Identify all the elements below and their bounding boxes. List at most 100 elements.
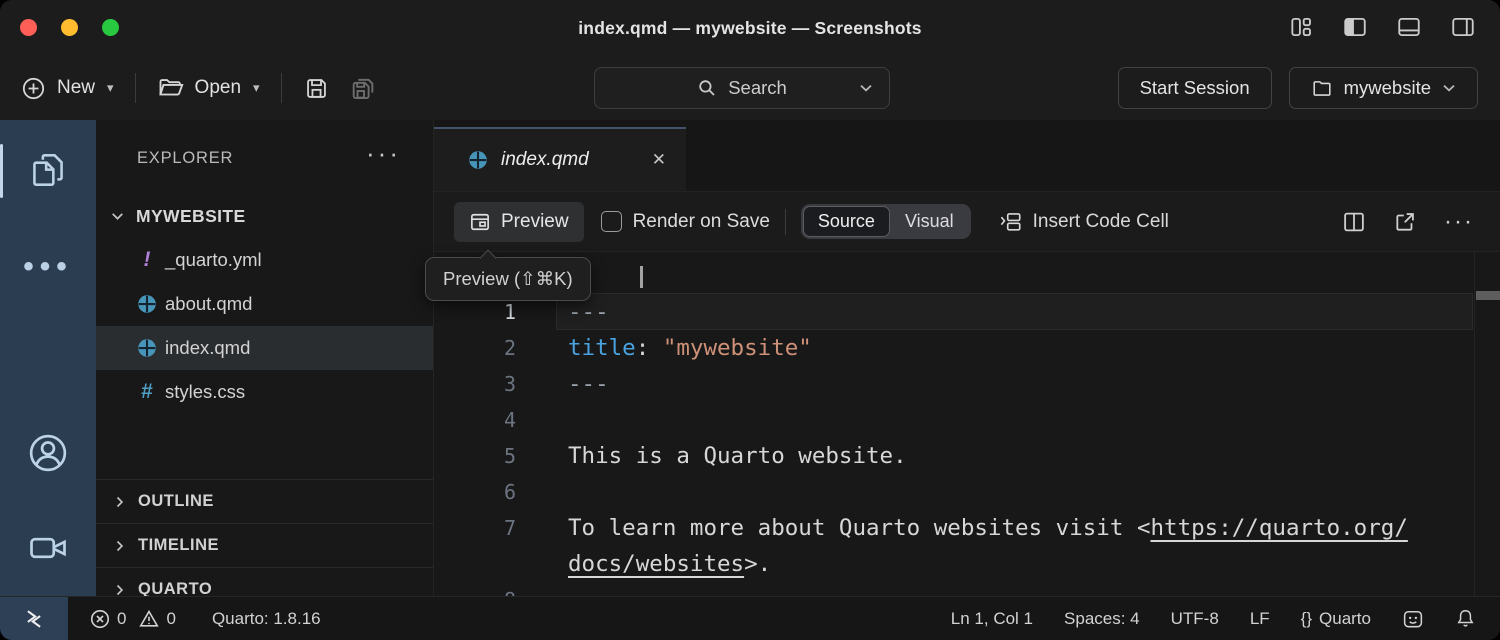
tree-root-row[interactable]: MYWEBSITE	[96, 194, 433, 238]
code-line[interactable]: 5 This is a Quarto website.	[434, 438, 1500, 474]
save-button[interactable]	[303, 75, 330, 102]
render-on-save-label: Render on Save	[633, 211, 770, 233]
quarto-version[interactable]: Quarto: 1.8.16	[212, 609, 321, 629]
braces-icon: {}	[1301, 609, 1312, 629]
source-visual-toggle: Source Visual	[801, 204, 971, 239]
start-session-label: Start Session	[1140, 77, 1250, 99]
customize-layout-icon[interactable]	[1288, 14, 1314, 40]
file-row-styles-css[interactable]: # styles.css	[96, 370, 433, 414]
window-title: index.qmd — mywebsite — Screenshots	[0, 0, 1500, 56]
workspace-label: mywebsite	[1344, 77, 1431, 99]
explorer-more-icon[interactable]: ···	[366, 138, 401, 169]
chevron-down-icon	[859, 83, 873, 93]
section-label: QUARTO	[138, 580, 212, 596]
section-quarto[interactable]: QUARTO	[96, 567, 433, 596]
search-icon	[697, 78, 717, 98]
editor-scrollbar[interactable]	[1474, 252, 1500, 596]
code-line[interactable]: 2 title: "mywebsite"	[434, 330, 1500, 366]
code-line[interactable]: 8	[434, 582, 1500, 596]
explorer-view-icon[interactable]	[0, 148, 96, 192]
file-tree: MYWEBSITE ! _quarto.yml about.qmd	[96, 194, 433, 414]
start-session-button[interactable]: Start Session	[1118, 67, 1272, 109]
line-number: 3	[434, 372, 516, 396]
problems-indicator[interactable]: 0 0	[90, 609, 176, 629]
file-row-quarto-yml[interactable]: ! _quarto.yml	[96, 238, 433, 282]
code-line[interactable]: 4	[434, 402, 1500, 438]
section-timeline[interactable]: TIMELINE	[96, 523, 433, 567]
workspace-button[interactable]: mywebsite	[1289, 67, 1478, 109]
preview-button-label: Preview	[501, 211, 569, 233]
toggle-bottom-panel-icon[interactable]	[1396, 14, 1422, 40]
remote-indicator[interactable]	[0, 597, 68, 640]
code-line[interactable]: 3 ---	[434, 366, 1500, 402]
globe-icon	[136, 338, 158, 358]
remote-icon	[23, 608, 45, 630]
divider	[785, 209, 786, 235]
encoding[interactable]: UTF-8	[1171, 609, 1219, 629]
title-bar: index.qmd — mywebsite — Screenshots	[0, 0, 1500, 56]
chevron-right-icon	[112, 538, 128, 554]
hash-icon: #	[141, 380, 153, 404]
file-row-index-qmd[interactable]: index.qmd	[96, 326, 433, 370]
tab-index-qmd[interactable]: index.qmd ✕	[434, 127, 686, 191]
code-line[interactable]: 7 To learn more about Quarto websites vi…	[434, 510, 1500, 546]
code-line[interactable]: 6	[434, 474, 1500, 510]
code-link[interactable]: https://quarto.org/	[1150, 515, 1407, 541]
explorer-panel: EXPLORER ··· MYWEBSITE ! _quarto.yml	[96, 120, 434, 596]
globe-icon	[468, 150, 488, 170]
code-line-wrap[interactable]: docs/websites>.	[434, 546, 1500, 582]
app-window: index.qmd — mywebsite — Screenshots	[0, 0, 1500, 640]
open-button-label: Open	[195, 77, 241, 99]
yaml-string: "mywebsite"	[663, 335, 812, 361]
tooltip-text: Preview (⇧⌘K)	[443, 268, 573, 290]
insert-code-cell-icon	[999, 212, 1023, 232]
file-row-about-qmd[interactable]: about.qmd	[96, 282, 433, 326]
more-actions-icon[interactable]: ···	[1444, 217, 1474, 227]
search-input[interactable]: Search	[594, 67, 890, 109]
error-count: 0	[117, 609, 126, 629]
feedback-smiley-icon[interactable]	[1402, 608, 1424, 630]
video-camera-icon[interactable]	[0, 525, 96, 571]
status-bar: 0 0 Quarto: 1.8.16 Ln 1, Col 1 Spaces: 4…	[0, 596, 1500, 640]
cursor-position[interactable]: Ln 1, Col 1	[951, 609, 1033, 629]
code-text: :	[636, 335, 663, 361]
open-button[interactable]: Open ▾	[157, 74, 260, 102]
save-all-button[interactable]	[349, 74, 377, 102]
warning-count: 0	[166, 609, 175, 629]
line-number: 6	[434, 480, 516, 504]
indentation[interactable]: Spaces: 4	[1064, 609, 1140, 629]
globe-icon	[136, 294, 158, 314]
new-button[interactable]: New ▾	[20, 75, 114, 102]
toggle-left-panel-icon[interactable]	[1342, 14, 1368, 40]
tab-label: index.qmd	[501, 149, 589, 171]
toggle-right-panel-icon[interactable]	[1450, 14, 1476, 40]
eol-type[interactable]: LF	[1250, 609, 1270, 629]
code-line[interactable]: 1 ---	[434, 294, 1500, 330]
source-mode-button[interactable]: Source	[803, 206, 890, 237]
divider	[135, 73, 136, 103]
scrollbar-cursor-marker	[1476, 291, 1500, 300]
render-on-save-checkbox[interactable]	[601, 211, 622, 232]
language-mode[interactable]: {} Quarto	[1301, 609, 1371, 629]
insert-code-cell-button[interactable]: Insert Code Cell	[999, 211, 1169, 233]
split-editor-icon[interactable]	[1342, 210, 1366, 234]
warning-icon	[139, 609, 159, 629]
visual-mode-button[interactable]: Visual	[890, 206, 969, 237]
more-views-icon[interactable]: •••	[0, 250, 96, 284]
search-placeholder: Search	[728, 77, 787, 99]
code-link[interactable]: docs/websites	[568, 551, 744, 577]
code-text: This is a Quarto website.	[568, 443, 907, 469]
save-icon	[303, 75, 330, 102]
open-in-new-window-icon[interactable]	[1393, 210, 1417, 234]
preview-button[interactable]: Preview	[454, 202, 584, 242]
code-editor[interactable]: 1 --- 2 title: "mywebsite" 3 --- 4	[434, 252, 1500, 596]
top-action-bar: New ▾ Open ▾	[0, 56, 1500, 120]
new-button-label: New	[57, 77, 95, 99]
account-icon[interactable]	[0, 430, 96, 476]
close-tab-icon[interactable]: ✕	[652, 150, 666, 170]
section-outline[interactable]: OUTLINE	[96, 479, 433, 523]
chevron-right-icon	[112, 582, 128, 597]
notifications-bell-icon[interactable]	[1455, 608, 1476, 629]
language-label: Quarto	[1319, 609, 1371, 629]
preview-icon	[469, 211, 491, 233]
